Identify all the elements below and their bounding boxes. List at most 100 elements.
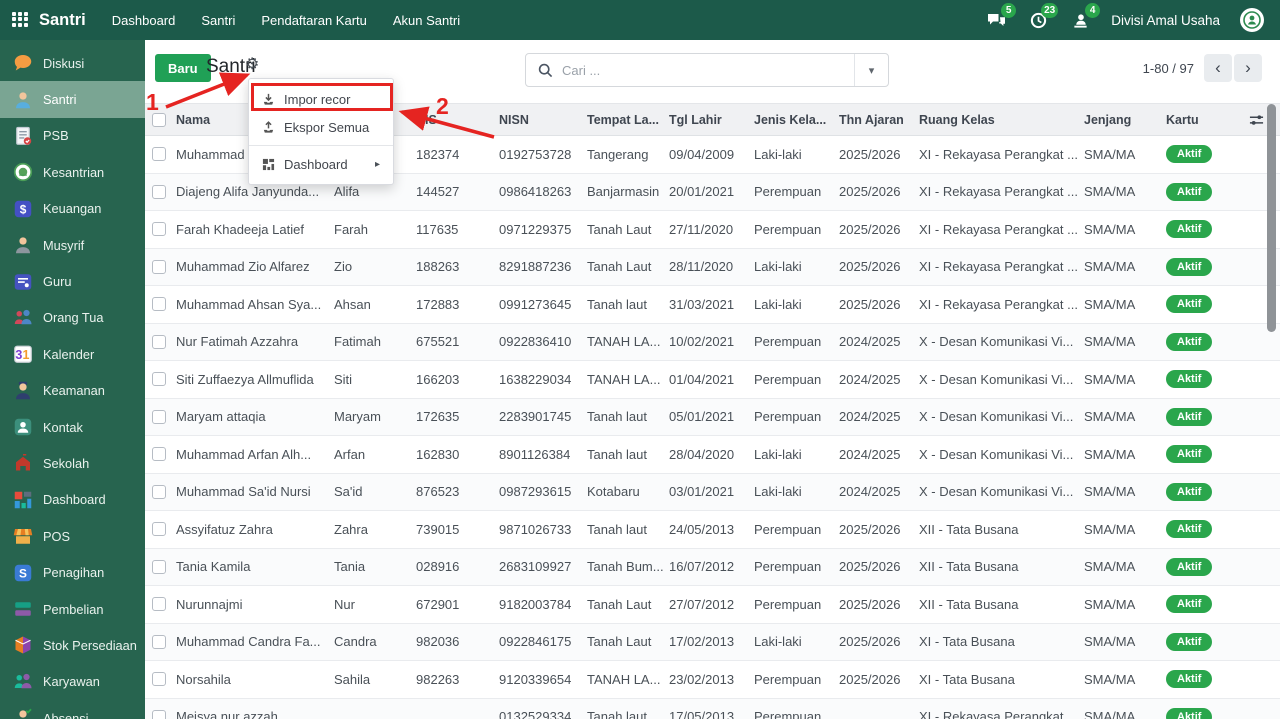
- column-header-thn-ajaran[interactable]: Thn Ajaran: [835, 113, 915, 127]
- sidebar-item-sekolah[interactable]: Sekolah: [0, 445, 145, 481]
- row-checkbox[interactable]: [151, 522, 166, 537]
- row-checkbox[interactable]: [151, 334, 166, 349]
- table-row[interactable]: Assyifatuz Zahra Zahra 739015 9871026733 Tan…: [145, 511, 1280, 549]
- table-row[interactable]: Meisya nur azzah 0132529334 Tanah laut 17/0…: [145, 698, 1280, 719]
- cell-thn-ajaran: 2024/2025: [839, 371, 901, 387]
- table-row[interactable]: Tania Kamila Tania 028916 2683109927 Tanah B…: [145, 548, 1280, 586]
- top-menu-santri[interactable]: Santri: [201, 13, 235, 28]
- row-checkbox-cell: [145, 672, 172, 687]
- activity-clock-icon[interactable]: 23: [1027, 3, 1059, 30]
- column-header-kartu[interactable]: Kartu: [1162, 113, 1248, 127]
- sidebar-item-dashboard[interactable]: Dashboard: [0, 482, 145, 518]
- sidebar-item-absensi[interactable]: Absensi: [0, 700, 145, 719]
- table-row[interactable]: Maryam attaqia Maryam 172635 2283901745 Tana…: [145, 398, 1280, 436]
- user-avatar[interactable]: [1240, 8, 1264, 32]
- search-filter-caret-icon[interactable]: ▾: [854, 54, 888, 86]
- table-row[interactable]: Nurunnajmi Nur 672901 9182003784 Tanah Laut 2…: [145, 586, 1280, 624]
- row-checkbox[interactable]: [151, 597, 166, 612]
- sidebar-item-pembelian[interactable]: Pembelian: [0, 591, 145, 627]
- table-row[interactable]: Norsahila Sahila 982263 9120339654 TANAH LA.…: [145, 661, 1280, 699]
- inbox-icon[interactable]: 4: [1069, 3, 1101, 30]
- column-header-tgl-lahir[interactable]: Tgl Lahir: [665, 113, 750, 127]
- column-settings-icon[interactable]: [1249, 113, 1264, 127]
- company-name[interactable]: Divisi Amal Usaha: [1111, 13, 1220, 28]
- sidebar-item-musyrif[interactable]: Musyrif: [0, 227, 145, 263]
- row-checkbox[interactable]: [151, 297, 166, 312]
- row-checkbox[interactable]: [151, 147, 166, 162]
- table-row[interactable]: Muhammad Arfan Alh... Arfan 162830 89011263…: [145, 436, 1280, 474]
- cell-nama: Norsahila: [176, 671, 231, 687]
- table-row[interactable]: Muhammad Ahsan Sya... Ahsan 172883 09912736…: [145, 286, 1280, 324]
- row-checkbox[interactable]: [151, 259, 166, 274]
- menu-item-import[interactable]: Impor recor: [249, 85, 393, 113]
- menu-item-dashboard[interactable]: Dashboard ▸: [249, 150, 393, 178]
- row-checkbox[interactable]: [151, 184, 166, 199]
- sidebar-item-guru[interactable]: Guru: [0, 263, 145, 299]
- column-header-jenis-kela[interactable]: Jenis Kela...: [750, 113, 835, 127]
- cell-kartu: Aktif: [1162, 145, 1248, 164]
- cell-nis: 876523: [416, 484, 460, 500]
- cell-tempat-lahir: Tanah laut: [587, 446, 647, 462]
- table-row[interactable]: Nur Fatimah Azzahra Fatimah 675521 09228364…: [145, 323, 1280, 361]
- cell-kartu: Aktif: [1162, 445, 1248, 464]
- column-header-nisn[interactable]: NISN: [495, 113, 583, 127]
- vertical-scrollbar[interactable]: [1267, 104, 1276, 332]
- sidebar-item-diskusi[interactable]: Diskusi: [0, 45, 145, 81]
- row-checkbox[interactable]: [151, 222, 166, 237]
- table-row[interactable]: Siti Zuffaezya Allmuflida Siti 166203 16382…: [145, 361, 1280, 399]
- search-input[interactable]: [553, 62, 854, 78]
- cell-kartu: Aktif: [1162, 520, 1248, 539]
- cell-jenis-kelamin: Perempuan: [754, 409, 822, 425]
- row-checkbox[interactable]: [151, 484, 166, 499]
- sidebar-item-kontak[interactable]: Kontak: [0, 409, 145, 445]
- apps-grid-icon[interactable]: [12, 11, 29, 29]
- table-row[interactable]: Muhammad Zio Alfarez Zio 188263 8291887236 T…: [145, 248, 1280, 286]
- row-checkbox[interactable]: [151, 409, 166, 424]
- row-checkbox[interactable]: [151, 447, 166, 462]
- sidebar-item-psb[interactable]: PSB: [0, 118, 145, 154]
- column-header-ruang-kelas[interactable]: Ruang Kelas: [915, 113, 1080, 127]
- top-menu-akun-santri[interactable]: Akun Santri: [393, 13, 460, 28]
- sidebar-item-keamanan[interactable]: Keamanan: [0, 373, 145, 409]
- sidebar-item-stok-persediaan[interactable]: Stok Persediaan: [0, 627, 145, 663]
- cell-nama: Nur Fatimah Azzahra: [176, 334, 299, 350]
- table-row[interactable]: Farah Khadeeja Latief Farah 117635 09712293…: [145, 211, 1280, 249]
- new-record-button[interactable]: Baru: [155, 54, 211, 82]
- gear-icon[interactable]: ⚙: [245, 57, 259, 73]
- row-checkbox[interactable]: [151, 634, 166, 649]
- chat-icon[interactable]: 5: [985, 3, 1017, 30]
- row-checkbox[interactable]: [151, 559, 166, 574]
- cell-thn-ajaran: 2025/2026: [839, 521, 901, 537]
- cell-thn-ajaran: 2024/2025: [839, 334, 901, 350]
- column-header-tempat-la[interactable]: Tempat La...: [583, 113, 665, 127]
- row-checkbox[interactable]: [151, 372, 166, 387]
- sidebar-item-karyawan[interactable]: Karyawan: [0, 664, 145, 700]
- select-all-checkbox[interactable]: [151, 112, 166, 127]
- table-row[interactable]: Muhammad Candra Fa... Candra 982036 0922846…: [145, 623, 1280, 661]
- sidebar-item-kalender[interactable]: 3 1 Kalender: [0, 336, 145, 372]
- cell-jenis-kelamin: Perempuan: [754, 521, 822, 537]
- row-checkbox[interactable]: [151, 709, 166, 719]
- cell-kartu: Aktif: [1162, 220, 1248, 239]
- top-menu-dashboard[interactable]: Dashboard: [112, 13, 176, 28]
- sidebar-item-keuangan[interactable]: $ Keuangan: [0, 191, 145, 227]
- sidebar-item-kesantrian[interactable]: Kesantrian: [0, 154, 145, 190]
- column-header-jenjang[interactable]: Jenjang: [1080, 113, 1162, 127]
- table-row[interactable]: Muhammad Sa'id Nursi Sa'id 876523 098729361…: [145, 473, 1280, 511]
- status-badge: Aktif: [1166, 182, 1213, 201]
- absensi-icon: [13, 708, 33, 719]
- pager-prev-button[interactable]: ‹: [1204, 54, 1232, 82]
- column-header-nis[interactable]: NIS: [412, 113, 495, 127]
- app-brand[interactable]: Santri: [39, 11, 86, 30]
- cell-nama: Farah Khadeeja Latief: [176, 221, 304, 237]
- pager-next-button[interactable]: ›: [1234, 54, 1262, 82]
- sidebar-item-pos[interactable]: POS: [0, 518, 145, 554]
- sidebar-item-penagihan[interactable]: S Penagihan: [0, 554, 145, 590]
- sidebar-item-santri[interactable]: Santri: [0, 81, 145, 118]
- menu-item-export[interactable]: Ekspor Semua: [249, 113, 393, 141]
- top-menu-pendaftaran-kartu[interactable]: Pendaftaran Kartu: [261, 13, 367, 28]
- cell-nisn: 2283901745: [499, 409, 572, 425]
- sidebar-item-orang-tua[interactable]: Orang Tua: [0, 300, 145, 336]
- row-checkbox[interactable]: [151, 672, 166, 687]
- cell-jenis-kelamin: Laki-laki: [754, 259, 802, 275]
